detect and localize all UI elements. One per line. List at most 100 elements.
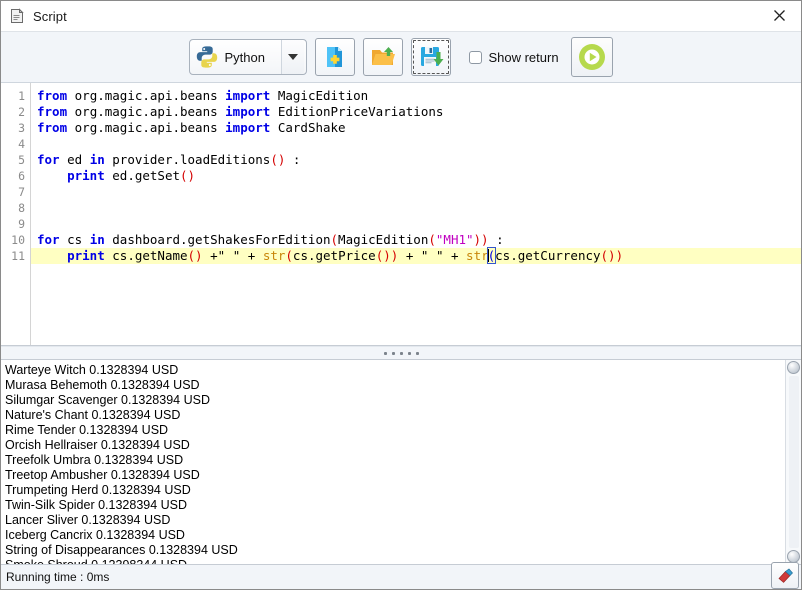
output-vertical-scrollbar[interactable] <box>785 360 801 564</box>
line-number: 3 <box>18 121 25 135</box>
code-token: provider.loadEditions <box>112 152 271 167</box>
code-token: +" " + <box>202 248 263 263</box>
code-token: "MH1" <box>435 232 474 247</box>
code-token: MagicEdition <box>277 88 369 103</box>
output-pane: Warteye Witch 0.1328394 USD Murasa Behemo… <box>1 360 801 564</box>
code-token: ed.getSet <box>112 168 180 183</box>
output-line: Silumgar Scavenger 0.1328394 USD <box>5 393 210 407</box>
output-line: Treetop Ambusher 0.1328394 USD <box>5 468 200 482</box>
line-number: 1 <box>18 89 25 103</box>
code-token: import <box>225 120 278 135</box>
line-number: 9 <box>18 217 25 231</box>
new-script-button[interactable] <box>315 38 356 76</box>
code-text-area[interactable]: from org.magic.api.beans import MagicEdi… <box>31 83 801 345</box>
editor-output-splitter[interactable] <box>1 346 801 360</box>
code-line[interactable] <box>31 216 801 232</box>
code-token: for <box>37 152 68 167</box>
code-line[interactable]: from org.magic.api.beans import EditionP… <box>31 104 801 120</box>
save-script-button[interactable] <box>411 38 452 76</box>
chevron-down-icon[interactable] <box>281 40 305 74</box>
code-token: MagicEdition <box>338 232 429 247</box>
line-number: 6 <box>18 169 25 183</box>
splitter-dot <box>383 351 387 355</box>
code-line[interactable]: print ed.getSet() <box>31 168 801 184</box>
line-number: 5 <box>18 153 25 167</box>
code-token: org.magic.api.beans <box>74 88 226 103</box>
code-token: import <box>225 88 278 103</box>
code-token: () <box>180 168 196 183</box>
language-select[interactable]: Python <box>189 39 308 75</box>
output-line: Murasa Behemoth 0.1328394 USD <box>5 378 200 392</box>
code-token: : <box>488 232 504 247</box>
code-token: () <box>600 248 616 263</box>
output-line: Trumpeting Herd 0.1328394 USD <box>5 483 191 497</box>
output-line: Lancer Sliver 0.1328394 USD <box>5 513 171 527</box>
script-document-icon <box>8 7 26 25</box>
line-number: 2 <box>18 105 25 119</box>
splitter-dot <box>407 351 411 355</box>
code-token: print <box>67 168 113 183</box>
code-token: from <box>37 88 75 103</box>
run-script-button[interactable] <box>570 37 613 77</box>
window-title: Script <box>33 8 67 24</box>
running-time-label: Running time : 0ms <box>6 570 110 584</box>
code-token: ( <box>285 248 293 263</box>
status-bar: Running time : 0ms <box>1 562 801 589</box>
code-token: print <box>67 248 113 263</box>
python-logo-icon <box>194 44 220 70</box>
script-window: Script Python Show return 1 2 3 4 5 6 7 … <box>0 0 802 590</box>
code-line[interactable] <box>31 200 801 216</box>
code-token: org.magic.api.beans <box>74 104 226 119</box>
code-token: cs.getName <box>112 248 188 263</box>
code-token: import <box>225 104 278 119</box>
code-line[interactable] <box>31 136 801 152</box>
code-line[interactable]: for cs in dashboard.getShakesForEdition(… <box>31 232 801 248</box>
line-number: 8 <box>18 201 25 215</box>
language-select-value: Python <box>224 49 265 65</box>
code-token: ) <box>615 248 624 263</box>
code-line[interactable]: for ed in provider.loadEditions() : <box>31 152 801 168</box>
open-script-button[interactable] <box>363 38 404 76</box>
code-token: () <box>375 248 391 263</box>
splitter-dot <box>391 351 395 355</box>
code-line[interactable]: from org.magic.api.beans import MagicEdi… <box>31 88 801 104</box>
splitter-dot <box>399 351 403 355</box>
code-line[interactable] <box>31 184 801 200</box>
toolbar: Python Show return <box>1 32 801 83</box>
checkbox-box[interactable] <box>469 50 483 64</box>
clear-output-button[interactable] <box>771 562 799 589</box>
show-return-checkbox[interactable]: Show return <box>469 49 559 65</box>
output-line: Orcish Hellraiser 0.1328394 USD <box>5 438 190 452</box>
code-token: cs <box>67 232 90 247</box>
code-token: org.magic.api.beans <box>74 120 226 135</box>
scroll-up-button[interactable] <box>787 361 800 374</box>
code-line[interactable]: print cs.getName () +" " + str(cs.getPric… <box>31 247 801 264</box>
code-token: str <box>262 248 286 263</box>
code-token: ed <box>67 152 90 167</box>
close-button[interactable] <box>757 1 801 30</box>
code-editor[interactable]: 1 2 3 4 5 6 7 8 9 10 11 from org.magic.api.beans i… <box>1 83 801 346</box>
code-token: from <box>37 120 75 135</box>
code-token: ( <box>428 232 436 247</box>
line-number: 10 <box>11 233 25 247</box>
code-token: () <box>270 152 286 167</box>
code-token: EditionPriceVariations <box>277 104 444 119</box>
output-text[interactable]: Warteye Witch 0.1328394 USD Murasa Behemo… <box>1 360 785 564</box>
show-return-label: Show return <box>488 49 559 65</box>
code-line[interactable]: from org.magic.api.beans import CardShak… <box>31 120 801 136</box>
splitter-dot <box>415 351 419 355</box>
code-token: CardShake <box>277 120 346 135</box>
output-line: Warteye Witch 0.1328394 USD <box>5 363 179 377</box>
code-token: : <box>285 152 301 167</box>
output-line: Treefolk Umbra 0.1328394 USD <box>5 453 184 467</box>
code-token: )) <box>473 232 489 247</box>
code-token: cs.getPrice <box>292 248 376 263</box>
line-number: 7 <box>18 185 25 199</box>
output-line: String of Disappearances 0.1328394 USD <box>5 543 238 557</box>
scrollbar-track[interactable] <box>788 376 799 548</box>
code-token: in <box>89 232 113 247</box>
code-token: dashboard.getShakesForEdition <box>112 232 331 247</box>
line-number: 11 <box>11 249 25 263</box>
